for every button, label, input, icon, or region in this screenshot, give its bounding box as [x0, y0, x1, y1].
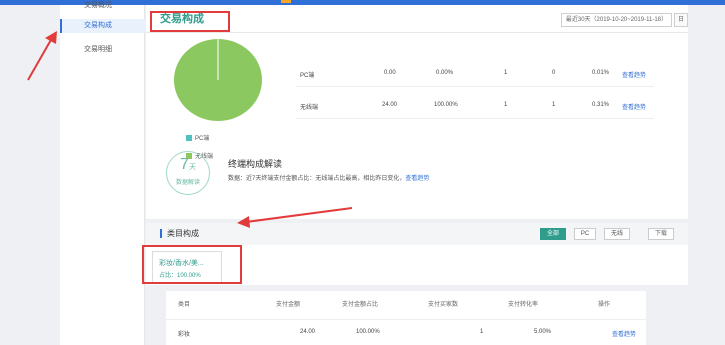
annotation-arrowhead-category	[237, 216, 250, 228]
annotation-arrow-category	[245, 207, 353, 223]
annotation-arrow-sidebar	[27, 37, 53, 81]
annotation-arrows	[27, 31, 353, 228]
annotation-arrowhead-sidebar	[45, 31, 57, 44]
